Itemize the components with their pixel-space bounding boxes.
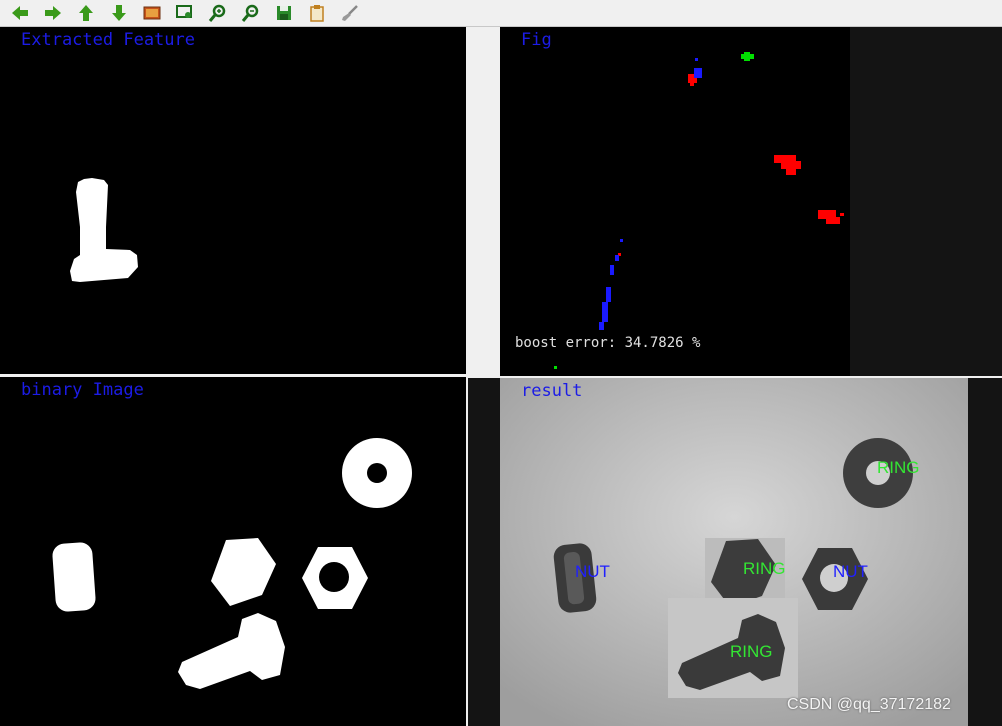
nut-label: NUT (575, 562, 610, 581)
nut-label: NUT (833, 562, 868, 581)
fig-window: Fig boost error: 34.7826 % (500, 27, 850, 376)
ring-label: RING (877, 458, 920, 477)
result-photo (500, 378, 968, 726)
pan-down-button[interactable] (107, 2, 131, 24)
clipboard-icon (310, 5, 324, 22)
extracted-feature-window: Extracted Feature (0, 27, 466, 374)
watermark: CSDN @qq_37172182 (787, 696, 951, 713)
zoom-in-button[interactable] (206, 2, 230, 24)
boost-error-text: boost error: 34.7826 % (515, 335, 701, 351)
arrow-up-icon (79, 5, 93, 21)
image-icon (143, 6, 161, 20)
zoom-out-icon (241, 4, 259, 22)
zoom-fit-icon (176, 5, 192, 18)
pan-right-button[interactable] (41, 2, 65, 24)
extracted-bolt-shape (70, 178, 138, 282)
empty-window-area (850, 27, 1002, 376)
ring-label: RING (743, 559, 786, 578)
binary-image-window: binary Image (0, 377, 466, 726)
zoom-fit-button[interactable] (173, 2, 197, 24)
brush-icon (342, 5, 358, 21)
arrow-down-icon (112, 5, 126, 21)
blue-clusters (599, 58, 702, 330)
pan-left-button[interactable] (8, 2, 32, 24)
toolbar (0, 0, 1002, 27)
save-button[interactable] (272, 2, 296, 24)
ring-label: RING (730, 642, 773, 661)
scatter-plot (554, 52, 844, 369)
zoom-original-button[interactable] (140, 2, 164, 24)
result-window: result RING NUT RING NUT RING (500, 378, 968, 726)
binary-image-shapes (52, 438, 412, 689)
red-clusters (618, 74, 844, 256)
zoom-in-icon (208, 4, 226, 22)
arrow-right-icon (45, 6, 61, 20)
pan-up-button[interactable] (74, 2, 98, 24)
window-title: result (521, 381, 583, 401)
copy-button[interactable] (305, 2, 329, 24)
save-icon (277, 6, 291, 20)
zoom-out-button[interactable] (239, 2, 263, 24)
green-cluster (554, 52, 754, 369)
properties-button[interactable] (338, 2, 362, 24)
arrow-left-icon (12, 6, 28, 20)
